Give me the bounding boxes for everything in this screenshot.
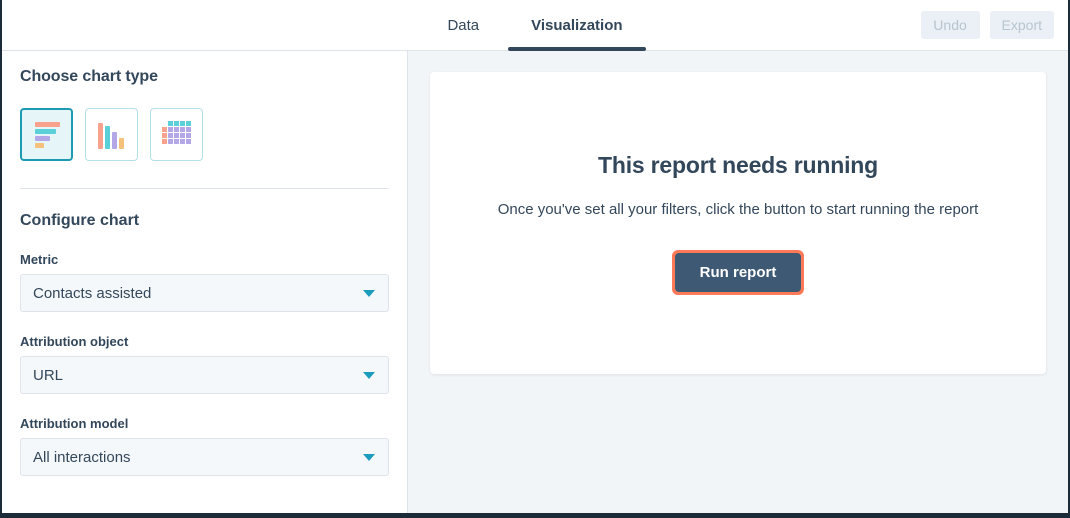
config-sidebar: Choose chart type Configure chart Metric… [2,51,408,513]
chevron-down-icon [363,454,375,461]
visualization-panel: This report needs running Once you've se… [408,51,1068,513]
chart-type-option-horizontal-bar[interactable] [20,108,73,161]
chart-type-option-vertical-bar[interactable] [85,108,138,161]
metric-select-value: Contacts assisted [33,284,152,302]
field-attribution-object: Attribution object URL [20,334,389,394]
run-report-focus-ring: Run report [671,249,805,295]
field-metric-label: Metric [20,252,59,267]
body-split: Choose chart type Configure chart Metric… [2,51,1068,513]
field-attribution-object-label: Attribution object [20,334,129,349]
choose-chart-type-title: Choose chart type [20,68,158,85]
field-attribution-model: Attribution model All interactions [20,416,389,476]
table-grid-icon [162,121,191,144]
empty-state-card: This report needs running Once you've se… [430,72,1046,374]
header-bar: Data Visualization Undo Export [2,0,1068,51]
chart-type-option-table[interactable] [150,108,203,161]
horizontal-bar-chart-icon [35,121,60,148]
tab-visualization-label: Visualization [531,17,623,34]
attribution-model-select-value: All interactions [33,448,131,466]
header-actions: Undo Export [920,11,1054,39]
undo-button[interactable]: Undo [920,11,980,39]
chart-type-picker [20,108,389,161]
tab-bar: Data Visualization [2,0,1068,51]
empty-state-title: This report needs running [598,151,878,178]
run-report-button[interactable]: Run report [674,252,802,292]
field-attribution-model-label: Attribution model [20,416,129,431]
tab-data-label: Data [447,17,480,34]
export-button[interactable]: Export [989,11,1054,39]
tab-data[interactable]: Data [421,0,505,51]
chevron-down-icon [363,290,375,297]
attribution-object-select-value: URL [33,366,64,384]
attribution-object-select[interactable]: URL [20,356,389,394]
field-metric: Metric Contacts assisted [20,252,389,312]
empty-state-subtitle: Once you've set all your filters, click … [497,200,979,218]
configure-chart-title: Configure chart [20,212,140,229]
chevron-down-icon [363,372,375,379]
vertical-bar-chart-icon [98,122,124,149]
metric-select[interactable]: Contacts assisted [20,274,389,312]
attribution-model-select[interactable]: All interactions [20,438,389,476]
tab-visualization[interactable]: Visualization [505,0,648,51]
app-window: Data Visualization Undo Export Choose ch… [0,0,1070,518]
